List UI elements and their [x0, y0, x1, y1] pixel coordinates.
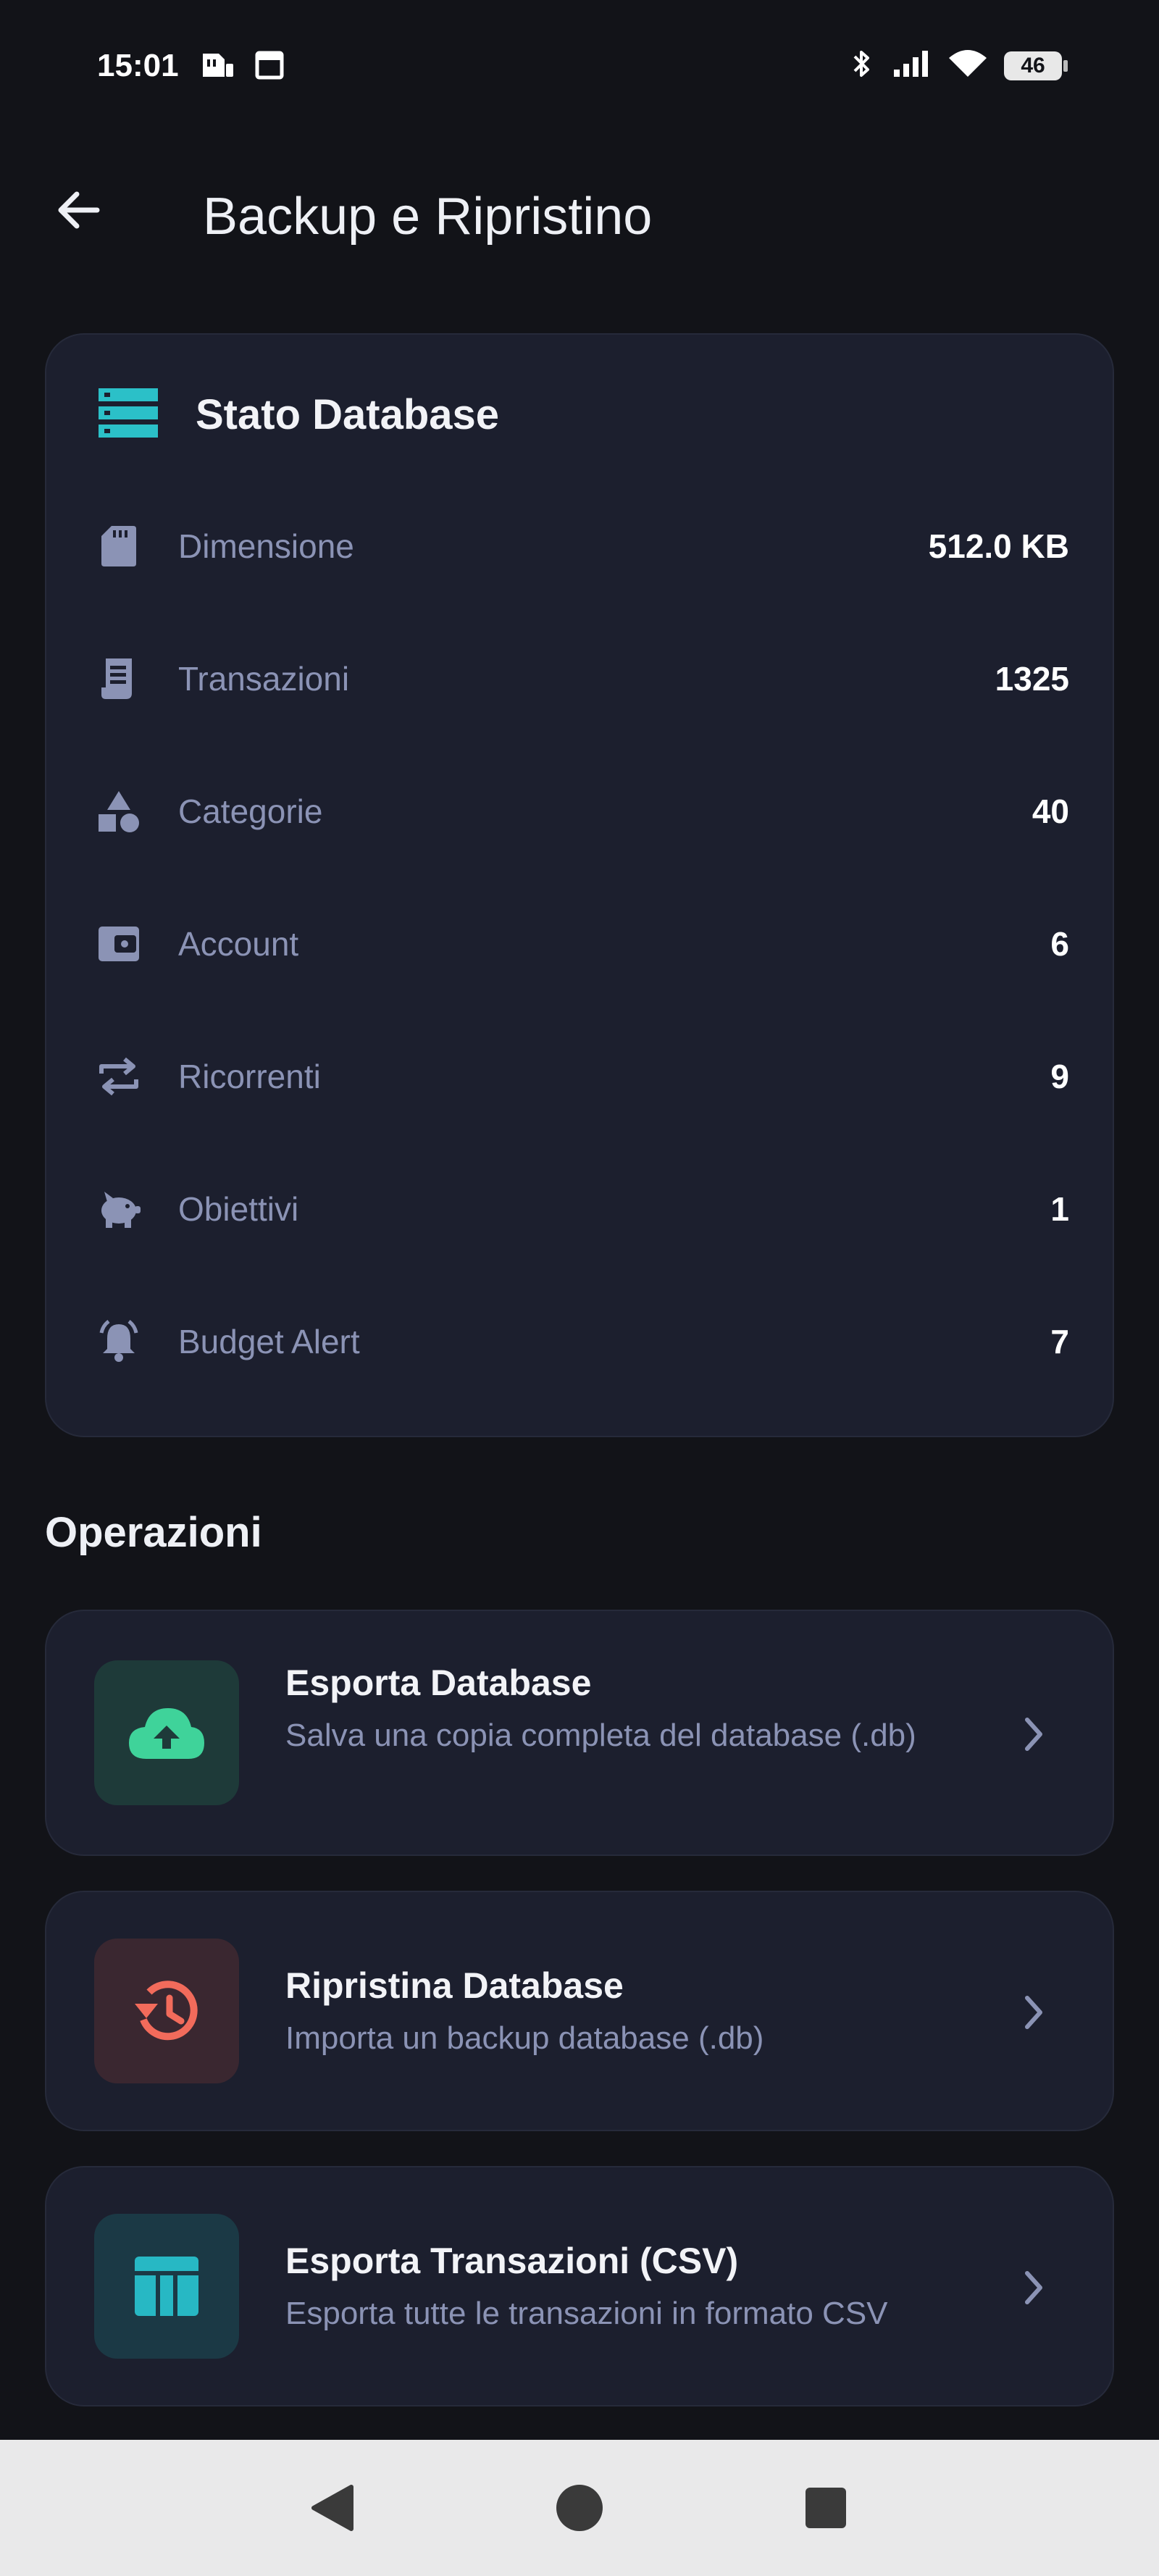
status-bar: 15:01 46	[0, 0, 1159, 138]
storage-icon	[97, 387, 159, 443]
export-database-title: Esporta Database	[285, 1663, 592, 1703]
wifi-icon	[947, 48, 988, 83]
database-status-card: Stato Database Dimensione 512.0 KB Trans…	[45, 333, 1114, 1437]
battery-icon: 46	[1004, 51, 1068, 80]
stat-row-size: Dimensione 512.0 KB	[96, 503, 1069, 590]
export-transactions-csv-description: Esporta tutte le transazioni in formato …	[285, 2296, 888, 2331]
sd-card-icon	[96, 523, 142, 569]
export-database-description: Salva una copia completa del database (.…	[285, 1718, 916, 1753]
screen: 15:01 46 Backup e Ripristino Stato Datab…	[0, 0, 1159, 2576]
sim-notification-icon	[198, 49, 236, 85]
nav-recents-button[interactable]	[793, 2475, 858, 2541]
nav-home-button[interactable]	[547, 2475, 612, 2541]
table-icon	[135, 2257, 198, 2316]
wallet-icon	[96, 921, 142, 967]
circle-home-icon	[556, 2485, 603, 2531]
restore-database-title: Ripristina Database	[285, 1965, 624, 2006]
square-recents-icon	[806, 2488, 846, 2528]
stat-row-budget-alert: Budget Alert 7	[96, 1298, 1069, 1385]
export-transactions-csv-button[interactable]: Esporta Transazioni (CSV) Esporta tutte …	[45, 2166, 1114, 2406]
nav-back-button[interactable]	[301, 2475, 366, 2541]
triangle-back-icon	[311, 2485, 353, 2531]
chevron-right-icon	[1011, 2266, 1055, 2309]
database-status-header: Stato Database	[97, 387, 499, 443]
stat-row-goals: Obiettivi 1	[96, 1166, 1069, 1253]
export-database-button[interactable]: Esporta Database Salva una copia complet…	[45, 1610, 1114, 1856]
stat-row-categories: Categorie 40	[96, 768, 1069, 855]
database-status-title: Stato Database	[196, 391, 500, 438]
stat-row-transactions: Transazioni 1325	[96, 635, 1069, 722]
stat-row-recurring: Ricorrenti 9	[96, 1033, 1069, 1120]
repeat-icon	[96, 1053, 142, 1100]
alarm-bell-icon	[96, 1318, 142, 1365]
bluetooth-icon	[849, 48, 875, 83]
chevron-right-icon	[1011, 1713, 1055, 1756]
page-title: Backup e Ripristino	[203, 188, 653, 246]
back-button[interactable]	[45, 177, 112, 243]
restore-database-button[interactable]: Ripristina Database Importa un backup da…	[45, 1891, 1114, 2131]
app-bar: Backup e Ripristino	[0, 145, 1159, 275]
system-navigation-bar	[0, 2440, 1159, 2576]
category-icon	[96, 788, 142, 835]
signal-icon	[891, 48, 932, 83]
restore-database-description: Importa un backup database (.db)	[285, 2020, 764, 2056]
piggy-bank-icon	[96, 1186, 142, 1232]
square-notification-icon	[254, 49, 285, 85]
status-time: 15:01	[97, 48, 179, 83]
restore-history-icon	[135, 1981, 198, 2041]
export-transactions-csv-title: Esporta Transazioni (CSV)	[285, 2241, 739, 2281]
arrow-left-icon	[58, 191, 100, 229]
stat-row-account: Account 6	[96, 900, 1069, 987]
chevron-right-icon	[1011, 1991, 1055, 2034]
operations-section-title: Operazioni	[45, 1509, 262, 1556]
receipt-icon	[96, 656, 142, 702]
cloud-upload-icon	[129, 1708, 204, 1759]
